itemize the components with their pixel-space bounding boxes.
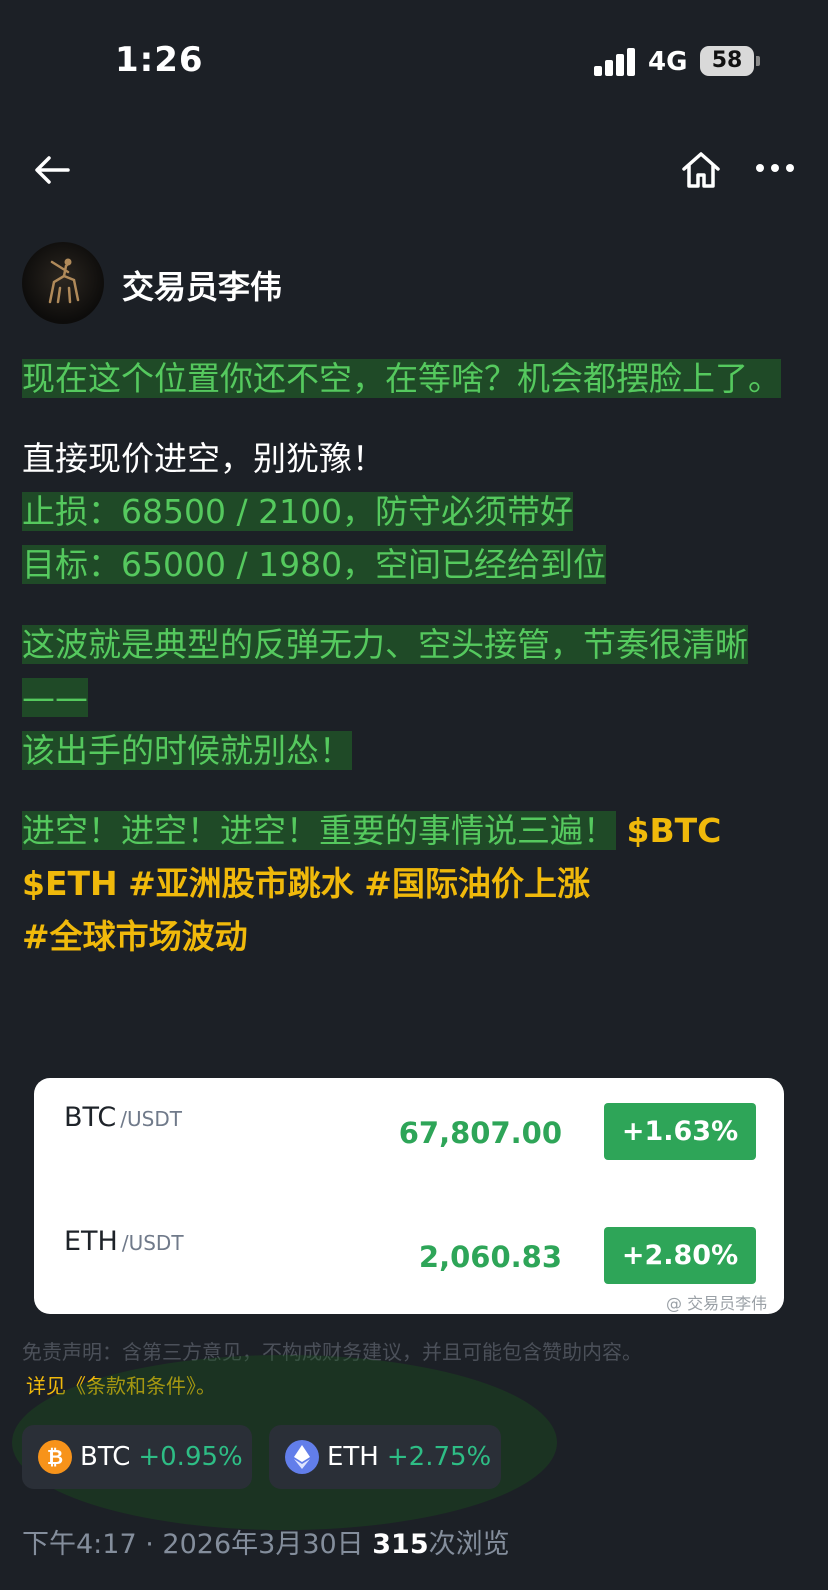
home-icon[interactable] [680,150,722,190]
cashtag-link[interactable]: $BTC [627,811,722,850]
post-text: 这波就是典型的反弹无力、空头接管，节奏很清晰—— [22,625,748,717]
pill-change: +0.95% [138,1442,243,1472]
pair-price: 67,807.00 [398,1116,562,1150]
battery-tip [756,56,760,66]
pair-symbol: ETH/USDT [64,1226,184,1257]
post-line: 止损：68500 / 2100，防守必须带好 [22,485,792,538]
post-text: 目标：65000 / 1980，空间已经给到位 [22,545,607,584]
hashtag-link[interactable]: #国际油价上涨 [364,864,590,903]
post-text: 止损：68500 / 2100，防守必须带好 [22,492,574,531]
market-card[interactable]: BTC/USDT 67,807.00 +1.63% ETH/USDT 2,060… [34,1078,784,1314]
post-paragraph-1: 现在这个位置你还不空，在等啥？机会都摆脸上了。 [22,352,792,405]
post-line: 该出手的时候就别怂！ [22,724,792,777]
status-time: 1:26 [115,40,204,80]
terms-link[interactable]: 详见《条款和条件》。 [26,1370,216,1399]
post-date: 2026年3月30日 [162,1529,364,1560]
status-bar: 1:26 4G 58 [0,0,828,120]
post-meta: 下午4:17 · 2026年3月30日 315次浏览 [22,1522,510,1561]
post-paragraph-4: 进空！进空！进空！重要的事情说三遍！ $BTC $ETH #亚洲股市跳水 #国际… [22,804,792,963]
market-row-btc[interactable]: BTC/USDT 67,807.00 +1.63% [34,1102,784,1172]
cashtag-link[interactable]: $ETH [22,864,118,903]
author-name[interactable]: 交易员李伟 [122,262,282,308]
hashtag-link[interactable]: #亚洲股市跳水 [128,864,354,903]
post-text: 进空！进空！进空！重要的事情说三遍！ [22,811,616,850]
battery-icon: 58 [700,46,754,76]
watermark: @ 交易员李伟 [666,1294,768,1313]
pair-symbol: BTC/USDT [64,1102,182,1133]
top-nav [0,140,828,200]
symbol-quote: /USDT [120,1107,182,1131]
meta-separator: · [145,1529,154,1560]
post-time: 下午4:17 [22,1529,137,1560]
coin-pill-eth[interactable]: ETH +2.75% [269,1425,501,1489]
post-line: 目标：65000 / 1980，空间已经给到位 [22,538,792,591]
change-badge[interactable]: +1.63% [604,1103,756,1160]
post-text: 现在这个位置你还不空，在等啥？机会都摆脸上了。 [22,359,781,398]
change-badge[interactable]: +2.80% [604,1227,756,1284]
bitcoin-icon: ₿ [38,1440,72,1474]
ethereum-icon [285,1440,319,1474]
symbol-quote: /USDT [121,1231,184,1255]
network-type: 4G [648,47,688,77]
post-paragraph-3: 这波就是典型的反弹无力、空头接管，节奏很清晰—— 该出手的时候就别怂！ [22,618,792,777]
disclaimer-text: 免责声明：含第三方意见，不构成财务建议，并且可能包含赞助内容。 [22,1340,642,1364]
view-count: 315 [372,1529,429,1560]
post-line: 直接现价进空，别犹豫！ [22,439,385,478]
symbol-base: ETH [64,1226,118,1257]
signal-icon [594,48,638,76]
post-line: 这波就是典型的反弹无力、空头接管，节奏很清晰—— [22,618,792,724]
coin-pill-btc[interactable]: ₿ BTC +0.95% [22,1425,252,1489]
pair-price: 2,060.83 [418,1240,562,1274]
post-paragraph-2: 直接现价进空，别犹豫！ 止损：68500 / 2100，防守必须带好 目标：65… [22,432,792,591]
pill-symbol: ETH [327,1442,379,1472]
view-label: 次浏览 [428,1529,510,1560]
market-row-eth[interactable]: ETH/USDT 2,060.83 +2.80% [34,1226,784,1296]
post-text: 该出手的时候就别怂！ [22,731,352,770]
more-icon[interactable] [755,158,795,178]
post-content: 现在这个位置你还不空，在等啥？机会都摆脸上了。 直接现价进空，别犹豫！ 止损：6… [22,352,792,990]
pill-change: +2.75% [386,1442,492,1472]
hashtag-link[interactable]: #全球市场波动 [22,917,248,956]
pill-symbol: BTC [80,1442,131,1472]
back-arrow-icon[interactable] [32,152,72,188]
symbol-base: BTC [64,1102,117,1133]
avatar[interactable] [22,242,104,324]
